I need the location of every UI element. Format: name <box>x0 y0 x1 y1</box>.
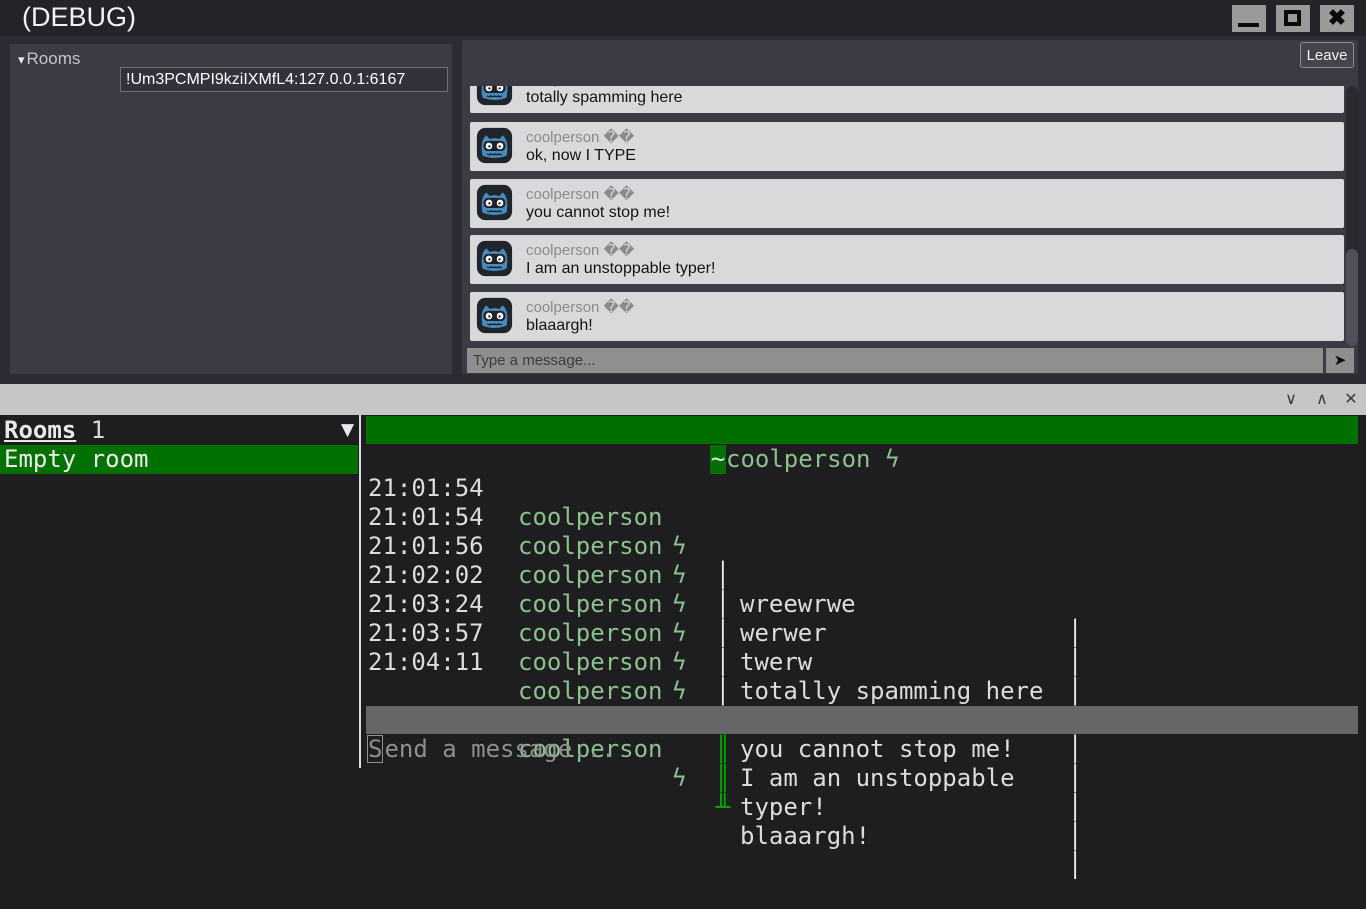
terminal-rooms-count: 1 <box>76 416 106 444</box>
send-button[interactable]: ➤ <box>1326 348 1354 373</box>
message-body: typer! <box>740 793 827 821</box>
close-icon: ✖ <box>1327 5 1347 30</box>
message-pane-titlebar <box>366 416 1358 444</box>
message-body: I am an unstoppable <box>740 764 1015 792</box>
terminal-room-item-selected[interactable]: Empty room <box>0 445 358 474</box>
chat-panel: Leave coolperson �� totally spamming her… <box>462 40 1358 374</box>
terminal-rooms-label: Rooms <box>4 416 77 444</box>
chat-message-card: coolperson �� you cannot stop me! <box>470 178 1344 228</box>
terminal-message-row: 21:04:11 coolperson ϟ ║ I am an unstoppa… <box>366 619 1358 821</box>
terminal-input-placeholder: end a message... <box>384 735 616 763</box>
terminal-message-row: 21:03:57 coolperson ϟ │ you cannot stop … <box>366 590 1358 792</box>
godot-avatar-icon <box>476 297 513 333</box>
send-icon: ➤ <box>1333 352 1347 369</box>
chat-message-input[interactable] <box>467 348 1323 373</box>
terminal-message-row: ║ typer! │ <box>366 648 1358 850</box>
rooms-panel: ▾ Rooms !Um3PCMPI9kziIXMfL4:127.0.0.1:616… <box>10 44 452 374</box>
panel-divider-bar: ∨ ∧ ✕ <box>0 384 1366 415</box>
terminal-rooms-header[interactable]: Rooms 1 <box>4 416 105 445</box>
message-text: I am an unstoppable typer! <box>526 260 716 277</box>
godot-avatar-icon <box>476 86 513 106</box>
chevron-up-icon[interactable]: ∧ <box>1311 388 1333 410</box>
sidebar-separator <box>359 415 361 768</box>
godot-avatar-icon <box>476 240 513 277</box>
terminal-message-row: 21:01:54 coolperson ϟ │ werwer │ <box>366 474 1358 676</box>
message-text: you cannot stop me! <box>526 203 671 221</box>
member-pane-separator: │ <box>1068 793 1083 821</box>
room-id-item[interactable]: !Um3PCMPI9kziIXMfL4:127.0.0.1:6167 <box>120 67 448 92</box>
message-author: coolperson �� <box>526 185 635 203</box>
terminal-message-input[interactable]: Send a message... <box>367 735 616 764</box>
terminal-message-row: 21:01:56 coolperson ϟ │ twerw │ <box>366 503 1358 705</box>
message-text: blaaargh! <box>526 316 593 334</box>
message-body: you cannot stop me! <box>740 735 1015 763</box>
member-pane-separator: │ <box>1068 822 1083 850</box>
godot-avatar-icon <box>476 127 513 164</box>
member-pane-separator: │ <box>1068 851 1083 879</box>
leave-button[interactable]: Leave <box>1300 42 1354 68</box>
maximize-button[interactable] <box>1276 5 1310 32</box>
godot-avatar-icon <box>476 184 513 220</box>
chat-message-card: coolperson �� totally spamming here <box>470 86 1344 113</box>
minimize-button[interactable] <box>1232 5 1266 32</box>
panel-close-icon[interactable]: ✕ <box>1340 388 1362 410</box>
member-pane-separator: │ <box>1068 764 1083 792</box>
message-author: coolperson �� <box>526 298 635 316</box>
rooms-tree-label: Rooms <box>26 49 81 68</box>
debug-window: (DEBUG) ✖ ▾ Rooms !Um3PCMPI9kziIXMfL4:127… <box>0 0 1366 384</box>
maximize-icon <box>1284 10 1301 26</box>
column-separator: ║ <box>715 735 731 763</box>
close-button[interactable]: ✖ <box>1320 5 1354 32</box>
message-body: blaaargh! <box>740 822 871 850</box>
chat-scrollbar[interactable] <box>1346 86 1358 346</box>
rooms-tree-header[interactable]: ▾ Rooms <box>18 49 80 69</box>
chat-message-card: coolperson �� ok, now I TYPE <box>470 122 1344 171</box>
message-author: coolperson �� <box>526 86 634 88</box>
chat-message-card: coolperson �� I am an unstoppable typer! <box>470 235 1344 284</box>
text-cursor: S <box>367 735 384 763</box>
window-titlebar: (DEBUG) ✖ <box>0 0 1366 36</box>
member-list-item[interactable]: coolperson ϟ <box>726 445 899 474</box>
message-list: coolperson �� totally spamming here cool… <box>470 86 1344 346</box>
terminal-status-bar <box>366 706 1358 734</box>
terminal-message-row: 21:03:24 coolperson ϟ │ ok, now I TYPE │ <box>366 561 1358 763</box>
lightning-badge-icon: ϟ <box>672 764 687 792</box>
column-separator: ║ <box>715 764 731 792</box>
terminal-chat-client: Rooms 1 ▼ Empty room 21:01:54 coolperson… <box>0 415 1366 879</box>
window-title: (DEBUG) <box>22 2 136 32</box>
minimize-icon <box>1238 23 1259 27</box>
chevron-down-icon[interactable]: ∨ <box>1280 388 1302 410</box>
rooms-dropdown-icon[interactable]: ▼ <box>341 420 354 440</box>
message-author: coolperson �� <box>526 242 635 259</box>
message-text: ok, now I TYPE <box>526 147 636 164</box>
chat-message-card: coolperson �� blaaargh! <box>470 291 1344 341</box>
tree-collapse-icon[interactable]: ▾ <box>18 52 25 67</box>
member-pane-separator: │ <box>1068 735 1083 763</box>
terminal-message-row: 21:07:38 coolperson ϟ ╨ blaaargh! │ <box>366 677 1358 879</box>
column-separator: ╨ <box>715 793 731 821</box>
member-powerlevel-badge: ~ <box>710 445 726 474</box>
message-text: totally spamming here <box>526 89 683 106</box>
chat-scrollbar-thumb[interactable] <box>1346 249 1358 346</box>
message-author: coolperson �� <box>526 129 635 146</box>
terminal-message-row: 21:02:02 coolperson ϟ │ totally spamming… <box>366 532 1358 734</box>
